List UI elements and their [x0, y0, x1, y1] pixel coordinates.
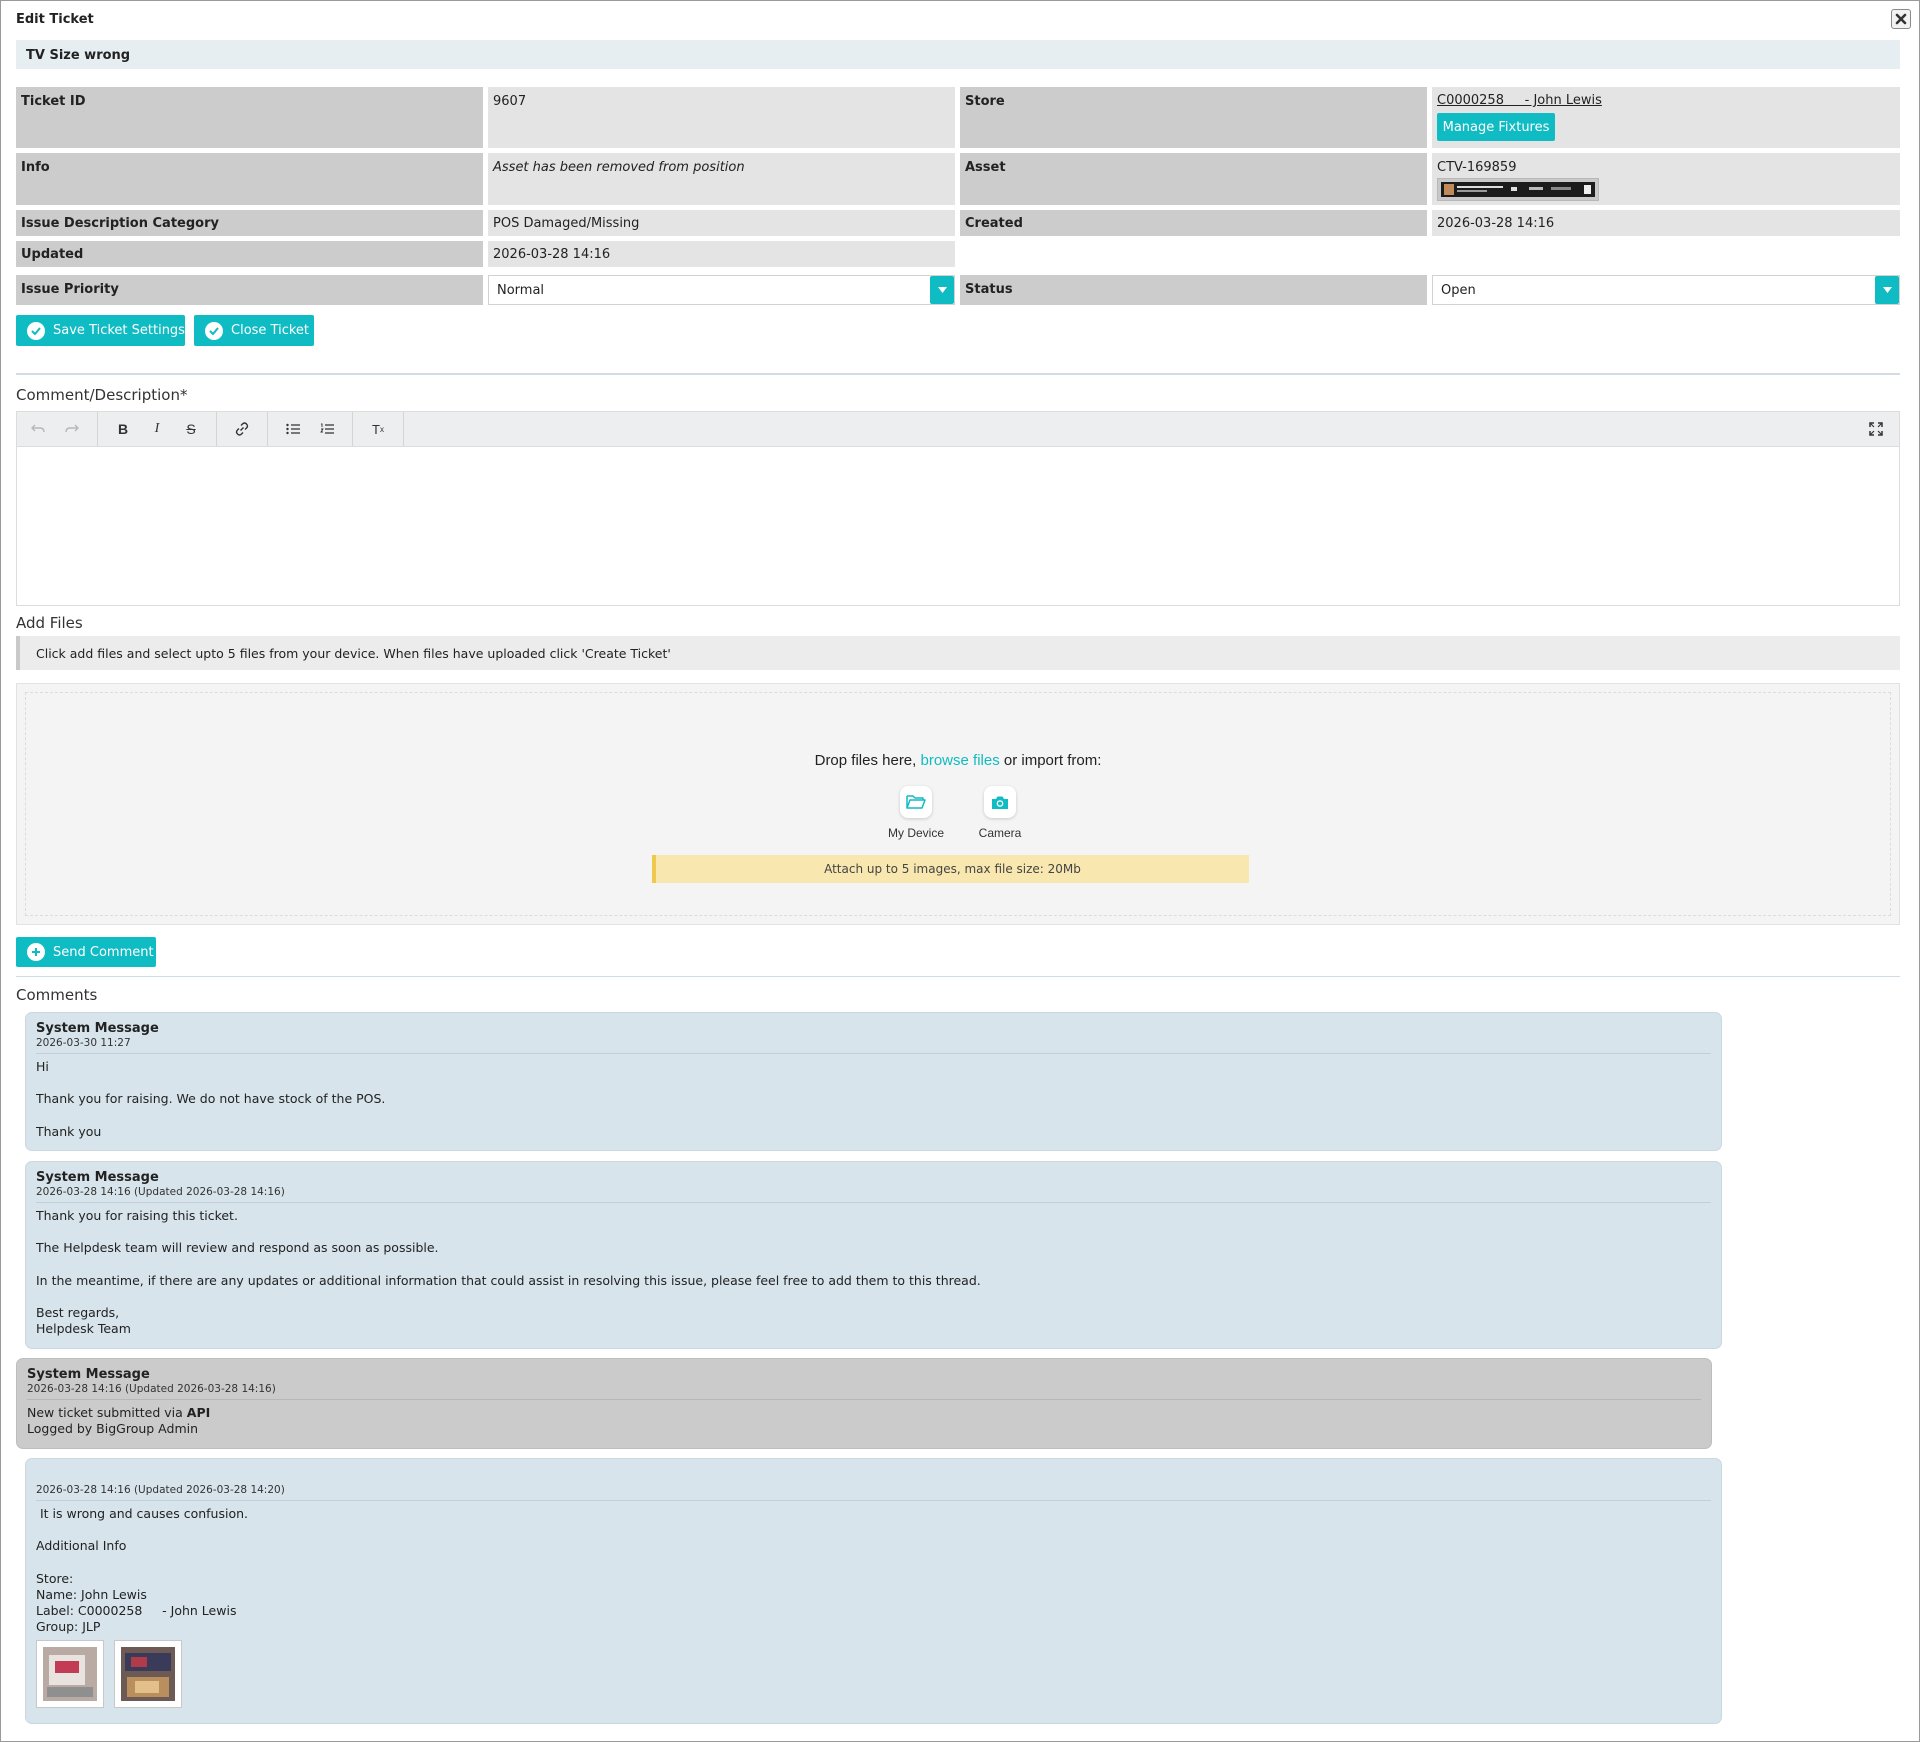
save-ticket-settings-label: Save Ticket Settings: [53, 323, 185, 338]
dialog-title: Edit Ticket: [16, 12, 94, 27]
close-ticket-button[interactable]: Close Ticket: [194, 315, 314, 346]
comment-body: Thank you for raising this ticket. The H…: [36, 1208, 981, 1337]
asset-value: CTV-169859: [1437, 160, 1517, 175]
asset-cell: CTV-169859: [1432, 153, 1900, 205]
camera-icon: [984, 786, 1016, 818]
status-selected: Open: [1441, 282, 1476, 298]
redo-icon[interactable]: [55, 415, 89, 443]
camera-source[interactable]: Camera: [960, 786, 1040, 840]
comment-date: 2026-03-28 14:16 (Updated 2026-03-28 14:…: [36, 1484, 1711, 1501]
italic-icon[interactable]: I: [140, 415, 174, 443]
updated-label: Updated: [16, 241, 483, 267]
issue-category-value: POS Damaged/Missing: [488, 210, 955, 236]
my-device-source[interactable]: My Device: [876, 786, 956, 840]
close-dialog-button[interactable]: [1891, 9, 1911, 29]
strikethrough-icon[interactable]: S: [174, 415, 208, 443]
comment-body: It is wrong and causes confusion. Additi…: [36, 1506, 248, 1635]
check-circle-icon: [27, 321, 45, 340]
comment-date: 2026-03-28 14:16 (Updated 2026-03-28 14:…: [27, 1383, 1701, 1400]
comment-body-text: Logged by BigGroup Admin: [27, 1421, 199, 1437]
drop-instructions: Drop files here, browse files or import …: [17, 752, 1899, 769]
comment-item: System Message 2026-03-28 14:16 (Updated…: [16, 1358, 1712, 1449]
comment-author: System Message: [36, 1021, 159, 1036]
comment-date: 2026-03-30 11:27: [36, 1037, 1711, 1054]
my-device-label: My Device: [887, 826, 944, 840]
comment-body: Hi Thank you for raising. We do not have…: [36, 1059, 386, 1139]
comment-author: System Message: [36, 1170, 159, 1185]
comment-date: 2026-03-28 14:16 (Updated 2026-03-28 14:…: [36, 1186, 1711, 1203]
files-info: Click add files and select upto 5 files …: [16, 636, 1900, 670]
edit-ticket-dialog: Edit Ticket TV Size wrong Ticket ID 9607…: [0, 0, 1920, 1742]
ticket-id-value: 9607: [488, 87, 955, 148]
comment-editor[interactable]: [16, 447, 1900, 606]
add-files-heading: Add Files: [16, 614, 83, 632]
chevron-down-icon[interactable]: [1875, 276, 1899, 304]
priority-selected: Normal: [497, 282, 545, 298]
updated-value: 2026-03-28 14:16: [488, 241, 955, 267]
ticket-subject: TV Size wrong: [16, 40, 1900, 69]
drop-suffix: or import from:: [999, 752, 1102, 769]
comment-attachments: [36, 1639, 1711, 1708]
comment-heading: Comment/Description*: [16, 386, 188, 404]
comment-body: New ticket submitted via API Logged by B…: [27, 1405, 1701, 1437]
send-comment-button[interactable]: Send Comment: [16, 937, 156, 967]
close-icon: [1895, 13, 1907, 25]
manage-fixtures-button[interactable]: Manage Fixtures: [1437, 113, 1555, 141]
file-dropzone[interactable]: Drop files here, browse files or import …: [16, 683, 1900, 925]
save-ticket-settings-button[interactable]: Save Ticket Settings: [16, 315, 185, 346]
attachment-thumbnail[interactable]: [36, 1639, 104, 1708]
drop-prefix: Drop files here,: [814, 752, 921, 769]
attachment-thumbnail[interactable]: [113, 1639, 182, 1708]
chevron-down-icon[interactable]: [930, 276, 954, 304]
created-value: 2026-03-28 14:16: [1432, 210, 1900, 236]
divider: [16, 373, 1900, 375]
check-circle-icon: [205, 321, 223, 340]
comment-item: System Message 2026-03-30 11:27 Hi Thank…: [25, 1012, 1722, 1151]
upload-limit-note: Attach up to 5 images, max file size: 20…: [652, 855, 1249, 883]
asset-label: Asset: [960, 153, 1427, 205]
info-label: Info: [16, 153, 483, 205]
comment-item: System Message 2026-03-28 14:16 (Updated…: [25, 1161, 1722, 1349]
priority-select[interactable]: Normal: [488, 275, 955, 305]
bullet-list-icon[interactable]: [276, 415, 310, 443]
plus-circle-icon: [27, 943, 45, 961]
link-icon[interactable]: [225, 415, 259, 443]
comments-heading: Comments: [16, 986, 98, 1004]
store-cell: C0000258 - John Lewis Manage Fixtures: [1432, 87, 1900, 148]
browse-files-link[interactable]: browse files: [921, 752, 1000, 769]
comment-body-emphasis: API: [186, 1405, 211, 1420]
comment-item: 2026-03-28 14:16 (Updated 2026-03-28 14:…: [25, 1458, 1722, 1724]
priority-label: Issue Priority: [16, 275, 483, 305]
divider: [16, 976, 1900, 977]
clear-format-icon[interactable]: Tx: [361, 415, 395, 443]
status-select[interactable]: Open: [1432, 275, 1900, 305]
asset-thumbnail[interactable]: [1437, 178, 1599, 201]
issue-category-label: Issue Description Category: [16, 210, 483, 236]
numbered-list-icon[interactable]: [310, 415, 344, 443]
comment-body-text: New ticket submitted via: [27, 1405, 187, 1420]
info-value: Asset has been removed from position: [488, 153, 955, 205]
created-label: Created: [960, 210, 1427, 236]
folder-icon: [900, 786, 932, 818]
undo-icon[interactable]: [21, 415, 55, 443]
close-ticket-label: Close Ticket: [231, 323, 310, 338]
fullscreen-icon[interactable]: [1859, 415, 1893, 443]
editor-toolbar: B I S Tx: [16, 411, 1900, 447]
ticket-id-label: Ticket ID: [16, 87, 483, 148]
store-label: Store: [960, 87, 1427, 148]
bold-icon[interactable]: B: [106, 415, 140, 443]
camera-label: Camera: [978, 826, 1022, 840]
send-comment-label: Send Comment: [53, 944, 154, 960]
store-link[interactable]: C0000258 - John Lewis: [1437, 93, 1602, 108]
status-label: Status: [960, 275, 1427, 305]
comment-author: System Message: [27, 1367, 150, 1382]
